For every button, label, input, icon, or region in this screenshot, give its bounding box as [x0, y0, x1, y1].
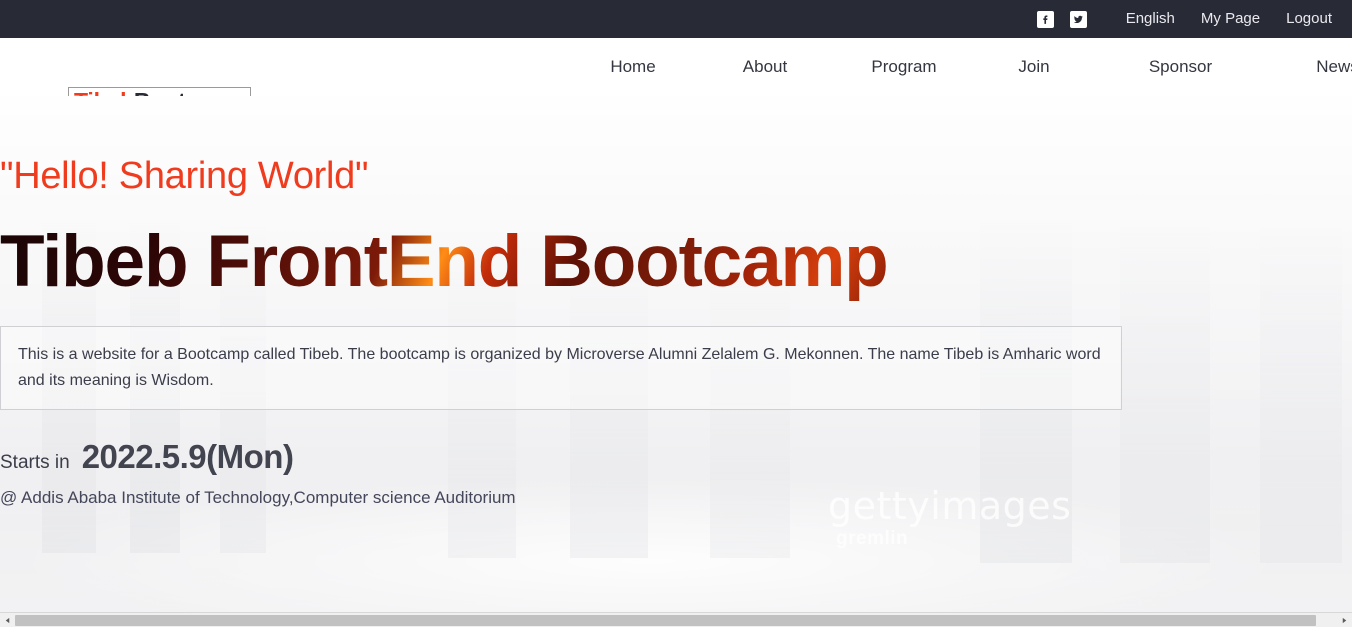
event-venue: @ Addis Ababa Institute of Technology,Co…: [0, 488, 516, 507]
hero-tagline: "Hello! Sharing World": [0, 155, 369, 197]
watermark-agency: gettyimages: [828, 484, 1072, 528]
scroll-left-arrow-icon[interactable]: [0, 613, 15, 627]
event-start-date: 2022.5.9(Mon): [81, 438, 294, 475]
nav-item-join[interactable]: Join: [995, 57, 1073, 77]
nav-item-news[interactable]: News: [1220, 57, 1352, 77]
social-links: [1036, 10, 1087, 28]
watermark-photographer: gremlin: [836, 528, 909, 549]
nav-item-program[interactable]: Program: [830, 57, 978, 77]
nav-links: Home About Program Join Sponsor News: [540, 38, 1352, 96]
event-start-row: Starts in 2022.5.9(Mon): [0, 438, 294, 476]
nav-item-about[interactable]: About: [705, 57, 825, 77]
page-title: Tibeb FrontEnd Bootcamp: [0, 221, 889, 302]
page-root: English My Page Logout TibebBootcamp Hom…: [0, 0, 1352, 627]
top-link-logout[interactable]: Logout: [1273, 0, 1332, 38]
horizontal-scrollbar[interactable]: [0, 612, 1352, 627]
scrollbar-track[interactable]: [15, 612, 1337, 627]
twitter-icon[interactable]: [1069, 10, 1087, 28]
hero-section: gettyimages gremlin 1125740843 "Hello! S…: [0, 96, 1352, 613]
hero-description-text: This is a website for a Bootcamp called …: [18, 346, 1101, 389]
nav-item-home[interactable]: Home: [573, 57, 693, 77]
event-start-label: Starts in: [0, 452, 70, 473]
top-utility-bar: English My Page Logout: [0, 0, 1352, 38]
scroll-right-arrow-icon[interactable]: [1337, 613, 1352, 627]
main-navbar: TibebBootcamp Home About Program Join Sp…: [0, 38, 1352, 118]
top-link-language[interactable]: English: [1113, 0, 1188, 38]
top-link-my-page[interactable]: My Page: [1188, 0, 1273, 38]
scrollbar-thumb[interactable]: [15, 614, 1316, 626]
hero-description-box: This is a website for a Bootcamp called …: [0, 326, 1122, 411]
facebook-icon[interactable]: [1036, 10, 1054, 28]
